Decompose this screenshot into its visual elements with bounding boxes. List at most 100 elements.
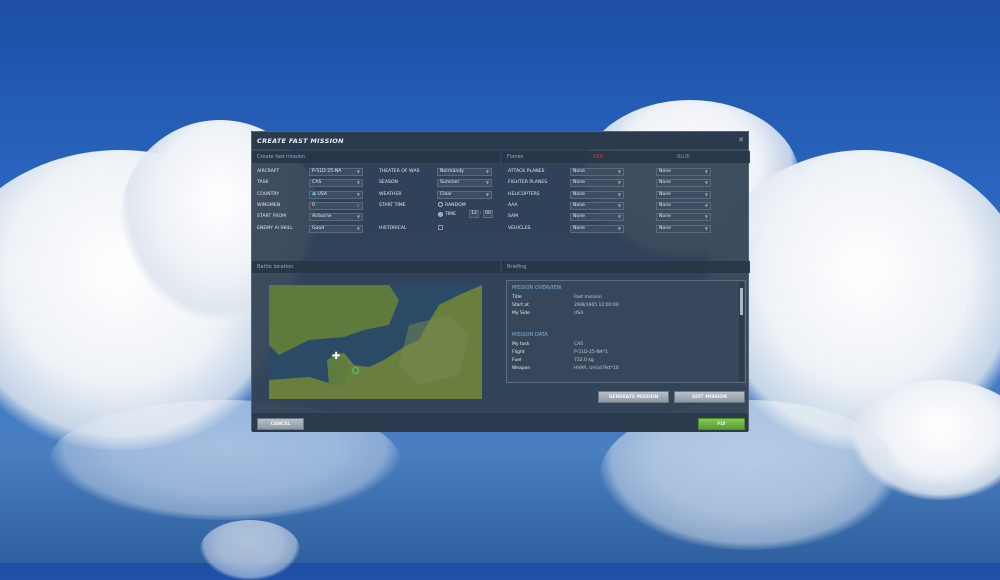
overview-title: MISSION OVERVIEW	[512, 285, 562, 291]
start-time-label: START TIME	[379, 203, 406, 208]
scrollbar-thumb[interactable]	[740, 288, 743, 315]
aircraft-icon[interactable]: ✚	[332, 352, 340, 362]
mission-field-dropdown[interactable]: CAS ▼	[309, 179, 363, 187]
chevron-down-icon: ▼	[704, 226, 708, 231]
minute-input[interactable]: 00	[483, 210, 493, 218]
weather-label: WEATHER	[379, 192, 402, 197]
bottom-bar	[252, 413, 748, 432]
red-label: RED	[593, 154, 604, 160]
mission-section-title: Create fast mission	[257, 154, 306, 160]
theater-dropdown[interactable]: Normandy ▼	[437, 168, 492, 176]
mission-field-dropdown[interactable]: ● USA ▼	[309, 191, 363, 199]
battle-section-title: Battle location	[257, 264, 294, 270]
blue-force-value: None	[659, 180, 671, 185]
chevron-down-icon: ▼	[617, 192, 621, 197]
chevron-down-icon: ▼	[617, 180, 621, 185]
blue-force-value: None	[659, 214, 671, 219]
force-label: FIGHTER PLANES	[508, 180, 548, 185]
chevron-down-icon: ▼	[704, 214, 708, 219]
chevron-down-icon: ▼	[356, 180, 360, 185]
chevron-down-icon: ▼	[485, 169, 489, 174]
forces-section-title: Forces	[507, 154, 524, 160]
force-label: AAA	[508, 203, 518, 208]
historical-checkbox[interactable]	[438, 225, 443, 230]
red-force-value: None	[573, 226, 585, 231]
blue-force-dropdown[interactable]: None ▼	[656, 225, 711, 233]
hour-input[interactable]: 12	[469, 210, 479, 218]
mission-field-label: TASK	[257, 180, 269, 185]
weather-dropdown[interactable]: Clear ▼	[437, 191, 492, 199]
stepper-icon: ⇕	[356, 203, 360, 208]
red-force-dropdown[interactable]: None ▼	[570, 179, 624, 187]
briefing-value: P-51D-25-NA*1	[574, 350, 608, 355]
season-dropdown[interactable]: Summer ▼	[437, 179, 492, 187]
chevron-down-icon: ▼	[485, 180, 489, 185]
mission-field-value: P-51D-25-NA	[312, 169, 342, 174]
mission-field-value: USA	[317, 192, 327, 197]
briefing-header	[502, 261, 750, 273]
red-force-dropdown[interactable]: None ▼	[570, 168, 624, 176]
dialog-title: CREATE FAST MISSION	[257, 137, 344, 145]
cancel-button[interactable]: CANCEL	[257, 418, 304, 430]
fly-button[interactable]: FLY	[698, 418, 745, 430]
create-fast-mission-dialog: CREATE FAST MISSION ✕ Create fast missio…	[251, 131, 750, 432]
blue-force-dropdown[interactable]: None ▼	[656, 213, 711, 221]
generate-mission-button[interactable]: GENERATE MISSION	[598, 391, 669, 403]
chevron-down-icon: ▼	[617, 214, 621, 219]
mission-field-dropdown[interactable]: Good ▼	[309, 225, 363, 233]
red-force-dropdown[interactable]: None ▼	[570, 202, 624, 210]
briefing-section-title: Briefing	[507, 264, 527, 270]
mission-field-label: AIRCRAFT	[257, 169, 280, 174]
chevron-down-icon: ▼	[704, 180, 708, 185]
battle-map[interactable]: ✚	[269, 285, 482, 399]
mission-field-label: ENEMY AI SKILL	[257, 226, 293, 231]
briefing-scrollbar[interactable]	[739, 282, 744, 381]
chevron-down-icon: ▼	[356, 214, 360, 219]
chevron-down-icon: ▼	[356, 192, 360, 197]
blue-force-value: None	[659, 226, 671, 231]
mission-data-title: MISSION DATA	[512, 332, 548, 338]
mission-field-label: START FROM	[257, 214, 287, 219]
mission-field-dropdown[interactable]: 0 ⇕	[309, 202, 363, 210]
briefing-key: Flight	[512, 350, 525, 355]
briefing-key: Fuel	[512, 358, 522, 363]
briefing-value: 29/8/1965 12:00:00	[574, 303, 619, 308]
target-icon[interactable]	[352, 367, 359, 374]
mission-field-label: COUNTRY	[257, 192, 280, 197]
force-label: ATTACK PLANES	[508, 169, 545, 174]
red-force-value: None	[573, 192, 585, 197]
mission-field-dropdown[interactable]: P-51D-25-NA ▼	[309, 168, 363, 176]
close-icon[interactable]: ✕	[738, 136, 744, 144]
briefing-value: CAS	[574, 342, 584, 347]
briefing-key: My task	[512, 342, 530, 347]
blue-force-dropdown[interactable]: None ▼	[656, 168, 711, 176]
blue-force-dropdown[interactable]: None ▼	[656, 202, 711, 210]
red-force-dropdown[interactable]: None ▼	[570, 191, 624, 199]
weather-value: Clear	[440, 192, 453, 197]
force-label: SAM	[508, 214, 519, 219]
mission-field-value: CAS	[312, 180, 322, 185]
red-force-value: None	[573, 169, 585, 174]
map-terrain	[269, 285, 482, 399]
random-radio[interactable]	[438, 202, 443, 207]
time-separator: :	[480, 211, 482, 216]
briefing-value: HVAR, UnGd Rkt*10	[574, 366, 619, 371]
blue-force-dropdown[interactable]: None ▼	[656, 179, 711, 187]
time-label: TIME	[445, 212, 457, 217]
edit-mission-button[interactable]: EDIT MISSION	[674, 391, 745, 403]
mission-field-value: Good	[312, 226, 325, 231]
chevron-down-icon: ▼	[704, 192, 708, 197]
blue-label: BLUE	[677, 154, 690, 160]
briefing-value: USA	[574, 311, 584, 316]
force-label: VEHICLES	[508, 226, 531, 231]
red-force-value: None	[573, 214, 585, 219]
briefing-panel: MISSION OVERVIEW Title Fast mission Start …	[506, 280, 746, 383]
chevron-down-icon: ▼	[704, 169, 708, 174]
time-radio[interactable]	[438, 212, 443, 217]
red-force-dropdown[interactable]: None ▼	[570, 225, 624, 233]
blue-force-dropdown[interactable]: None ▼	[656, 191, 711, 199]
mission-field-dropdown[interactable]: Airborne ▼	[309, 213, 363, 221]
chevron-down-icon: ▼	[485, 192, 489, 197]
briefing-key: Weapon	[512, 366, 531, 371]
red-force-dropdown[interactable]: None ▼	[570, 213, 624, 221]
